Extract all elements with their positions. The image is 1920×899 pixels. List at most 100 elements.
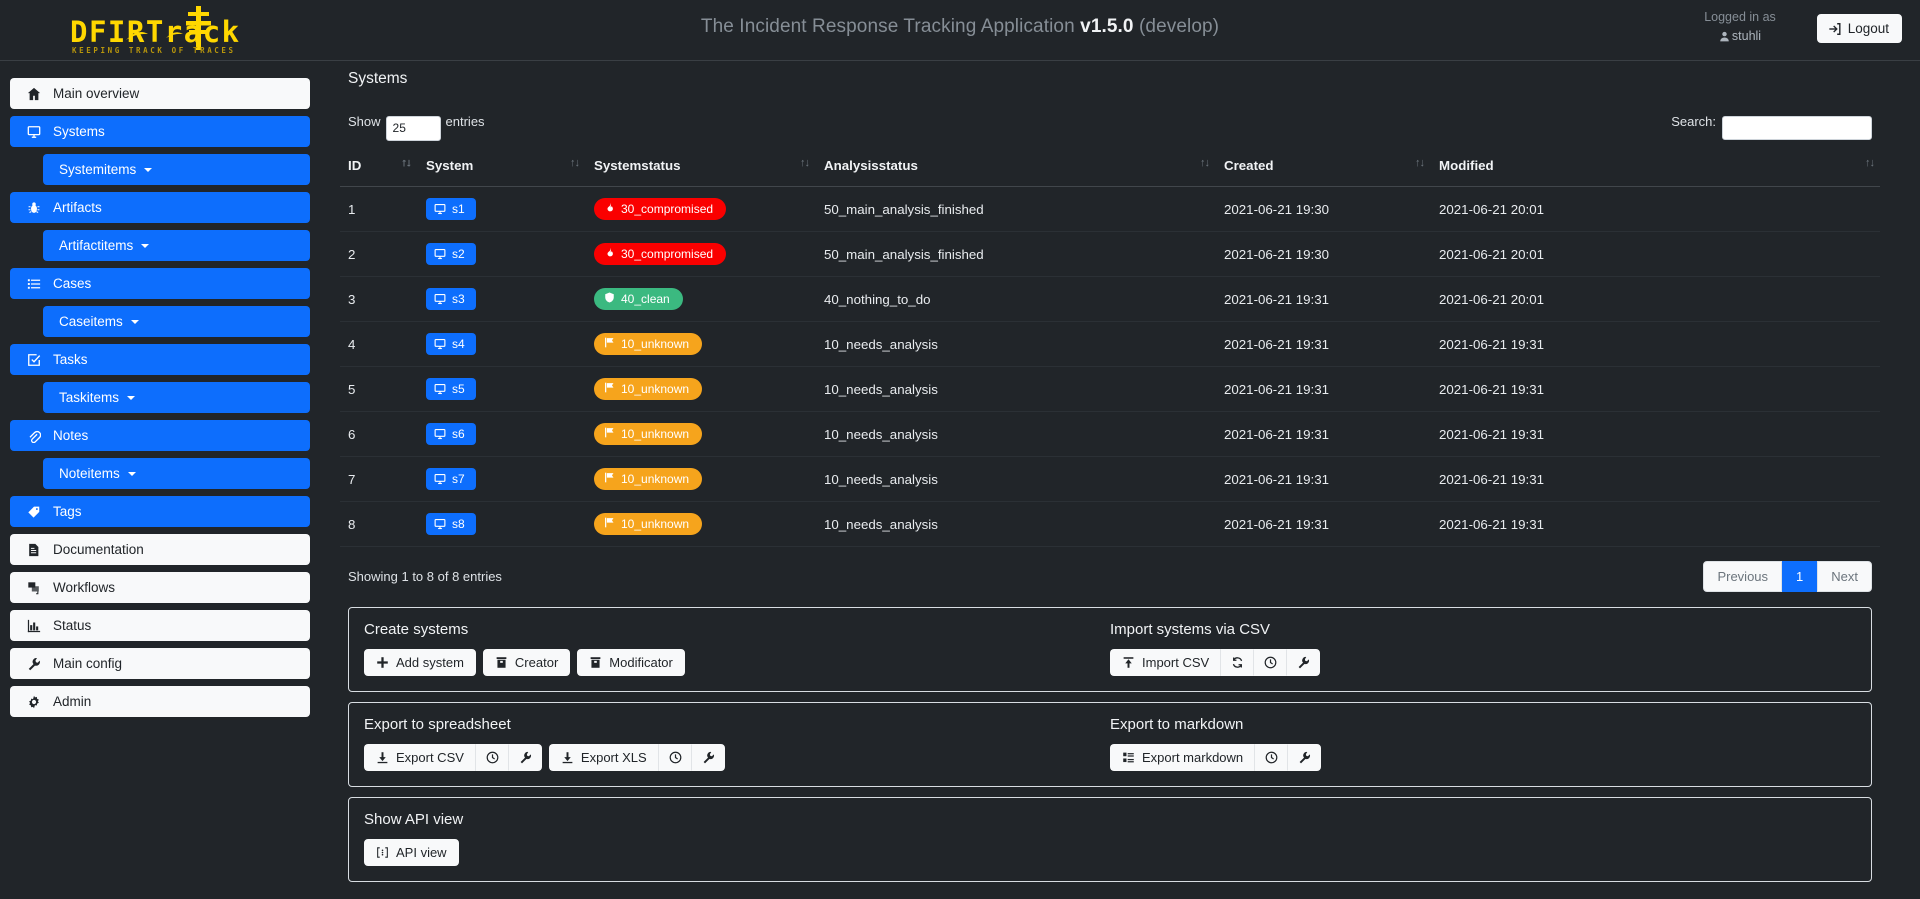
sidebar-item-systemitems[interactable]: Systemitems	[43, 154, 310, 185]
cell-analysisstatus: 10_needs_analysis	[816, 321, 1216, 367]
document-icon	[27, 543, 47, 557]
sidebar-item-artifacts[interactable]: Artifacts	[10, 192, 310, 223]
export-csv-schedule-button[interactable]	[475, 744, 509, 771]
sidebar-item-notes[interactable]: Notes	[10, 420, 310, 451]
column-header-modified[interactable]: ↑↓ Modified ↑↓	[1415, 154, 1880, 187]
sidebar-label: Notes	[53, 428, 89, 443]
sidebar-item-status[interactable]: Status	[10, 610, 310, 641]
import-csv-config-button[interactable]	[1287, 649, 1321, 676]
sidebar-item-workflows[interactable]: Workflows	[10, 572, 310, 603]
column-header-system[interactable]: ↑↓ System	[402, 154, 586, 187]
add-system-label: Add system	[396, 655, 464, 670]
export-markdown-config-button[interactable]	[1288, 744, 1322, 771]
flag-icon	[604, 517, 615, 531]
logout-label: Logout	[1847, 21, 1889, 36]
modificator-button[interactable]: Modificator	[577, 649, 685, 676]
cell-id: 1	[340, 186, 418, 232]
system-name: s5	[452, 382, 465, 396]
add-system-button[interactable]: Add system	[364, 649, 476, 676]
export-csv-config-button[interactable]	[508, 744, 542, 771]
cell-modified: 2021-06-21 19:31	[1431, 456, 1880, 502]
column-header-systemstatus[interactable]: ↑↓ Systemstatus	[570, 154, 816, 187]
page-length-input[interactable]	[385, 115, 441, 141]
home-icon	[27, 87, 47, 101]
pagination-next[interactable]: Next	[1817, 561, 1872, 592]
sidebar-item-main-config[interactable]: Main config	[10, 648, 310, 679]
sidebar-label: Artifactitems	[59, 238, 134, 253]
export-markdown-label: Export markdown	[1142, 750, 1244, 765]
table-row: 2 s2 30_compromised 50_main_analysis_finish…	[340, 231, 1880, 277]
chevron-down-icon	[144, 167, 153, 172]
system-link[interactable]: s3	[426, 288, 476, 310]
cell-system: s8	[418, 501, 586, 547]
export-markdown-schedule-button[interactable]	[1255, 744, 1289, 771]
status-badge-label: 10_unknown	[621, 472, 690, 486]
username-display[interactable]: stuhli	[1680, 27, 1800, 46]
creator-button[interactable]: Creator	[482, 649, 571, 676]
sidebar-item-caseitems[interactable]: Caseitems	[43, 306, 310, 337]
sidebar-item-cases[interactable]: Cases	[10, 268, 310, 299]
status-badge-label: 30_compromised	[621, 247, 714, 261]
export-xls-schedule-button[interactable]	[658, 744, 692, 771]
column-label: Modified	[1439, 158, 1494, 173]
system-link[interactable]: s1	[426, 198, 476, 220]
pagination-page-1[interactable]: 1	[1782, 561, 1818, 592]
fire-icon	[604, 202, 615, 216]
sidebar-item-tasks[interactable]: Tasks	[10, 344, 310, 375]
cell-system: s7	[418, 456, 586, 502]
table-head: ID ↑↓ ↑↓ System ↑↓ Systemstatus ↑↓ Analysiss…	[340, 154, 1880, 187]
column-header-created[interactable]: ↑↓ Created	[1200, 154, 1431, 187]
sidebar-item-documentation[interactable]: Documentation	[10, 534, 310, 565]
code-brackets-icon	[377, 847, 388, 858]
search-input[interactable]	[1722, 116, 1872, 140]
api-view-card: Show API view API view	[348, 797, 1872, 882]
system-link[interactable]: s8	[426, 513, 476, 535]
export-spreadsheet-buttons: Export CSV Export XLS	[364, 744, 1110, 771]
systems-table: ID ↑↓ ↑↓ System ↑↓ Systemstatus ↑↓ Analysiss…	[340, 154, 1880, 547]
datatable-controls: Show entries Search:	[348, 110, 1872, 141]
page-title: Systems	[348, 70, 408, 87]
table-row: 3 s3 40_clean 40_nothing_to_do 2021-06-21 19…	[340, 276, 1880, 322]
import-csv-sync-button[interactable]	[1221, 649, 1255, 676]
app-title-text: The Incident Response Tracking Applicati…	[700, 16, 1075, 37]
entries-label: entries	[445, 114, 485, 129]
sidebar-item-noteitems[interactable]: Noteitems	[43, 458, 310, 489]
sidebar-item-main-overview[interactable]: Main overview	[10, 78, 310, 109]
sidebar-item-tags[interactable]: Tags	[10, 496, 310, 527]
sidebar-label: Tasks	[53, 352, 88, 367]
export-xls-config-button[interactable]	[691, 744, 725, 771]
sidebar-item-admin[interactable]: Admin	[10, 686, 310, 717]
paperclip-icon	[27, 429, 47, 443]
import-csv-button[interactable]: Import CSV	[1110, 649, 1222, 676]
logout-button[interactable]: Logout	[1816, 14, 1902, 43]
column-header-analysisstatus[interactable]: ↑↓ Analysisstatus	[800, 154, 1216, 187]
system-name: s3	[452, 292, 465, 306]
wrench-icon	[1298, 656, 1310, 669]
cell-system: s5	[418, 366, 586, 412]
sort-icon-end: ↑↓	[1865, 157, 1875, 169]
system-name: s4	[452, 337, 465, 351]
system-link[interactable]: s2	[426, 243, 476, 265]
page-header-title: The Incident Response Tracking Applicati…	[0, 16, 1920, 38]
sidebar-label: Status	[53, 618, 92, 633]
sidebar-item-taskitems[interactable]: Taskitems	[43, 382, 310, 413]
sidebar-label: Workflows	[53, 580, 116, 595]
status-badge: 10_unknown	[594, 333, 703, 355]
status-badge: 10_unknown	[594, 513, 703, 535]
table-row: 4 s4 10_unknown 10_needs_analysis 2021-06-21…	[340, 321, 1880, 367]
export-markdown-button[interactable]: Export markdown	[1110, 744, 1256, 771]
sidebar-item-systems[interactable]: Systems	[10, 116, 310, 147]
shield-icon	[604, 292, 615, 306]
system-link[interactable]: s4	[426, 333, 476, 355]
system-link[interactable]: s7	[426, 468, 476, 490]
cell-modified: 2021-06-21 20:01	[1431, 186, 1880, 232]
import-csv-schedule-button[interactable]	[1254, 649, 1288, 676]
cell-analysisstatus: 50_main_analysis_finished	[816, 186, 1216, 232]
export-xls-button[interactable]: Export XLS	[548, 744, 659, 771]
system-link[interactable]: s6	[426, 423, 476, 445]
pagination-previous[interactable]: Previous	[1703, 561, 1783, 592]
export-csv-button[interactable]: Export CSV	[364, 744, 476, 771]
system-link[interactable]: s5	[426, 378, 476, 400]
sidebar-item-artifactitems[interactable]: Artifactitems	[43, 230, 310, 261]
api-view-button[interactable]: API view	[364, 839, 459, 866]
